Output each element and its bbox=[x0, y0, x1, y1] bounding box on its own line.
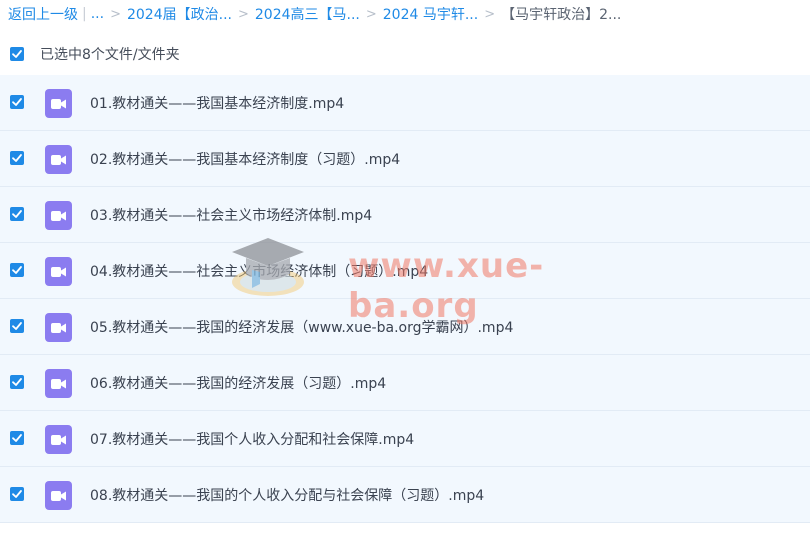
video-icon bbox=[45, 369, 72, 398]
breadcrumb-item-2[interactable]: 2024高三【马... bbox=[255, 4, 360, 24]
breadcrumb-item-1[interactable]: 2024届【政治... bbox=[127, 4, 232, 24]
file-checkbox[interactable] bbox=[10, 95, 24, 109]
file-list: 01.教材通关——我国基本经济制度.mp4 02.教材通关——我国基本经济制度（… bbox=[0, 75, 810, 523]
file-checkbox[interactable] bbox=[10, 375, 24, 389]
breadcrumb-item-3[interactable]: 2024 马宇轩... bbox=[383, 4, 478, 24]
file-checkbox[interactable] bbox=[10, 319, 24, 333]
checkmark-icon bbox=[12, 490, 22, 498]
file-checkbox[interactable] bbox=[10, 207, 24, 221]
video-icon bbox=[45, 425, 72, 454]
file-row[interactable]: 06.教材通关——我国的经济发展（习题）.mp4 bbox=[0, 355, 810, 411]
video-icon bbox=[45, 481, 72, 510]
breadcrumb-divider: | bbox=[82, 6, 87, 22]
breadcrumb-ellipsis[interactable]: ... bbox=[91, 6, 104, 22]
selection-count-label: 已选中8个文件/文件夹 bbox=[40, 47, 180, 63]
file-checkbox[interactable] bbox=[10, 431, 24, 445]
file-name[interactable]: 06.教材通关——我国的经济发展（习题）.mp4 bbox=[90, 373, 386, 393]
checkmark-icon bbox=[12, 50, 22, 58]
file-name[interactable]: 05.教材通关——我国的经济发展（www.xue-ba.org学霸网）.mp4 bbox=[90, 317, 513, 337]
chevron-right-icon: > bbox=[365, 6, 377, 22]
video-icon bbox=[45, 201, 72, 230]
file-name[interactable]: 03.教材通关——社会主义市场经济体制.mp4 bbox=[90, 205, 372, 225]
back-link[interactable]: 返回上一级 bbox=[8, 4, 78, 24]
chevron-right-icon: > bbox=[484, 6, 496, 22]
file-checkbox[interactable] bbox=[10, 487, 24, 501]
checkmark-icon bbox=[12, 322, 22, 330]
file-row[interactable]: 03.教材通关——社会主义市场经济体制.mp4 bbox=[0, 187, 810, 243]
file-name[interactable]: 08.教材通关——我国的个人收入分配与社会保障（习题）.mp4 bbox=[90, 485, 484, 505]
checkmark-icon bbox=[12, 378, 22, 386]
file-name[interactable]: 07.教材通关——我国个人收入分配和社会保障.mp4 bbox=[90, 429, 414, 449]
chevron-right-icon: > bbox=[110, 6, 121, 22]
checkmark-icon bbox=[12, 98, 22, 106]
file-name[interactable]: 02.教材通关——我国基本经济制度（习题）.mp4 bbox=[90, 149, 400, 169]
select-all-checkbox[interactable] bbox=[10, 47, 24, 61]
file-name[interactable]: 04.教材通关——社会主义市场经济体制（习题）.mp4 bbox=[90, 261, 428, 281]
file-checkbox[interactable] bbox=[10, 263, 24, 277]
video-icon bbox=[45, 313, 72, 342]
chevron-right-icon: > bbox=[237, 6, 249, 22]
selection-bar: 已选中8个文件/文件夹 bbox=[10, 44, 180, 64]
file-row[interactable]: 02.教材通关——我国基本经济制度（习题）.mp4 bbox=[0, 131, 810, 187]
file-row[interactable]: 05.教材通关——我国的经济发展（www.xue-ba.org学霸网）.mp4 bbox=[0, 299, 810, 355]
video-icon bbox=[45, 145, 72, 174]
video-icon bbox=[45, 257, 72, 286]
file-row[interactable]: 04.教材通关——社会主义市场经济体制（习题）.mp4 bbox=[0, 243, 810, 299]
checkmark-icon bbox=[12, 154, 22, 162]
file-row[interactable]: 07.教材通关——我国个人收入分配和社会保障.mp4 bbox=[0, 411, 810, 467]
breadcrumb-current: 【马宇轩政治】2... bbox=[501, 7, 622, 23]
file-row[interactable]: 01.教材通关——我国基本经济制度.mp4 bbox=[0, 75, 810, 131]
checkmark-icon bbox=[12, 266, 22, 274]
checkmark-icon bbox=[12, 210, 22, 218]
video-icon bbox=[45, 89, 72, 118]
file-row[interactable]: 08.教材通关——我国的个人收入分配与社会保障（习题）.mp4 bbox=[0, 467, 810, 523]
file-checkbox[interactable] bbox=[10, 151, 24, 165]
breadcrumb: 返回上一级 | ... > 2024届【政治... > 2024高三【马... … bbox=[8, 4, 808, 24]
checkmark-icon bbox=[12, 434, 22, 442]
file-name[interactable]: 01.教材通关——我国基本经济制度.mp4 bbox=[90, 93, 344, 113]
